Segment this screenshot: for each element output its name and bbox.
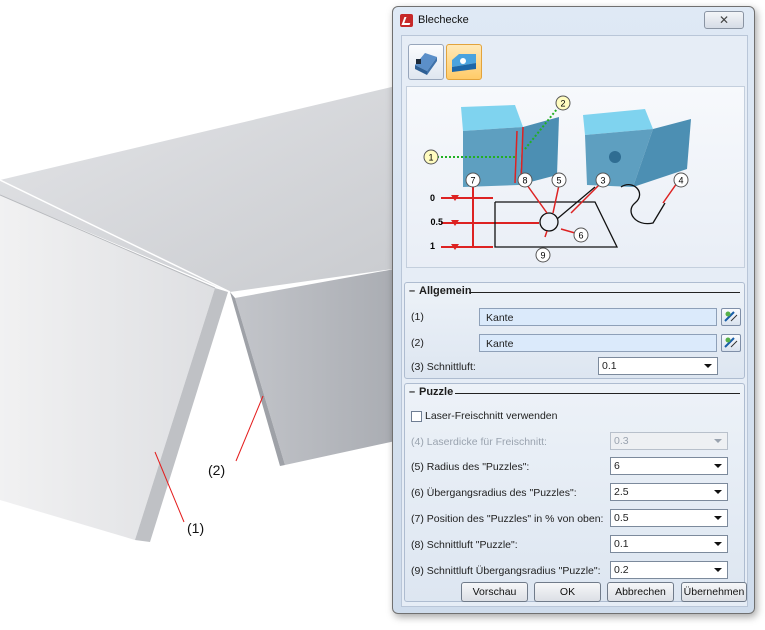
bubble-label: 2 (560, 99, 565, 109)
group-allgemein-header[interactable]: – Allgemein (409, 285, 740, 299)
laser-label[interactable]: Laser-Freischnitt verwenden (425, 410, 557, 422)
ok-button-label: OK (559, 586, 576, 598)
edge1-label: (1) (411, 311, 424, 323)
mode-button-corner-closure[interactable] (408, 44, 444, 80)
cut-gap-transition-select[interactable]: 0.2 (610, 561, 728, 579)
group-divider (455, 393, 740, 394)
dialog-client: 1 2 0 0.5 1 7 8 5 3 4 6 9 – Allgemein (1… (401, 35, 748, 607)
position-select[interactable]: 0.5 (610, 509, 728, 527)
scale-label-0: 0 (430, 193, 435, 203)
preview-bubble-7: 7 (465, 172, 481, 188)
transition-radius-select[interactable]: 2.5 (610, 483, 728, 501)
laser-thickness-value: 0.3 (614, 435, 629, 447)
radius-select[interactable]: 6 (610, 457, 728, 475)
collapse-icon[interactable]: – (409, 386, 415, 398)
callout-label-edge1: (1) (187, 520, 205, 536)
preview-bubble-3: 3 (595, 172, 611, 188)
cut-gap-value: 0.1 (614, 538, 629, 550)
position-value: 0.5 (614, 512, 629, 524)
position-label: (7) Position des "Puzzles" in % von oben… (411, 513, 604, 525)
edge2-pick-button[interactable] (721, 334, 741, 352)
laser-thickness-label: (4) Laserdicke für Freischnitt: (411, 436, 547, 448)
corner-preview-illustration: 1 2 0 0.5 1 7 8 5 3 4 6 9 (406, 86, 745, 268)
cancel-button-label: Abbrechen (615, 586, 666, 598)
apply-button[interactable]: Übernehmen (681, 582, 747, 602)
chevron-down-icon (714, 439, 722, 443)
preview-button[interactable]: Vorschau (461, 582, 528, 602)
edge1-field[interactable]: Kante (479, 308, 717, 326)
bubble-label: 7 (470, 176, 475, 186)
callout-label-edge2: (2) (208, 462, 226, 478)
preview-button-label: Vorschau (472, 586, 517, 598)
scale-label-1: 1 (430, 241, 435, 251)
cut-gap-transition-label: (9) Schnittluft Übergangsradius "Puzzle"… (411, 565, 601, 577)
group-allgemein-title: Allgemein (419, 285, 472, 297)
chevron-down-icon (714, 516, 722, 520)
gap-select-value: 0.1 (602, 360, 617, 372)
puzzle-corner-icon (452, 54, 476, 72)
cut-gap-select[interactable]: 0.1 (610, 535, 728, 553)
preview-bubble-1: 1 (423, 149, 439, 165)
preview-bubble-6: 6 (573, 227, 589, 243)
chevron-down-icon (714, 464, 722, 468)
group-puzzle: – Puzzle Laser-Freischnitt verwenden (4)… (404, 383, 745, 602)
cut-gap-label: (8) Schnittluft "Puzzle": (411, 539, 518, 551)
app-icon (400, 14, 413, 27)
gap-select[interactable]: 0.1 (598, 357, 718, 375)
callout-line-edge2 (235, 395, 264, 462)
chevron-down-icon (704, 364, 712, 368)
group-allgemein: – Allgemein (1) Kante (2) Kante (3) Schn… (404, 282, 745, 379)
bubble-label: 5 (556, 176, 561, 186)
laser-thickness-select[interactable]: 0.3 (610, 432, 728, 450)
group-puzzle-header[interactable]: – Puzzle (409, 386, 740, 400)
edge2-label: (2) (411, 337, 424, 349)
cut-gap-transition-value: 0.2 (614, 564, 629, 576)
preview-bubble-8: 8 (517, 172, 533, 188)
edge2-field[interactable]: Kante (479, 334, 717, 352)
chevron-down-icon (714, 568, 722, 572)
title-bar[interactable]: Blechecke ✕ (393, 7, 754, 33)
ok-button[interactable]: OK (534, 582, 601, 602)
transition-radius-value: 2.5 (614, 486, 629, 498)
edge1-pick-button[interactable] (721, 308, 741, 326)
scale-label-05: 0.5 (430, 217, 443, 227)
dialog-title: Blechecke (418, 14, 469, 26)
group-puzzle-title: Puzzle (419, 386, 454, 398)
chevron-down-icon (714, 490, 722, 494)
bubble-label: 1 (428, 153, 433, 163)
laser-checkbox[interactable] (411, 411, 422, 422)
cancel-button[interactable]: Abbrechen (607, 582, 674, 602)
corner-closure-icon (415, 53, 437, 75)
chevron-down-icon (714, 542, 722, 546)
preview-bubble-4: 4 (673, 172, 689, 188)
bubble-label: 8 (522, 176, 527, 186)
transition-radius-label: (6) Übergangsradius des "Puzzles": (411, 487, 577, 499)
bubble-label: 3 (600, 176, 605, 186)
preview-bubble-5: 5 (551, 172, 567, 188)
right-flange-face (235, 268, 400, 465)
bubble-label: 4 (678, 176, 683, 186)
bubble-label: 6 (578, 231, 583, 241)
pick-icon (724, 337, 738, 348)
radius-label: (5) Radius des "Puzzles": (411, 461, 530, 473)
preview-bubble-2: 2 (555, 95, 571, 111)
preview-bubble-9: 9 (535, 247, 551, 263)
pick-icon (724, 311, 738, 322)
close-button[interactable]: ✕ (704, 11, 744, 29)
close-icon: ✕ (718, 13, 730, 27)
mode-button-puzzle[interactable] (446, 44, 482, 80)
gap-label: (3) Schnittluft: (411, 361, 476, 373)
apply-button-label: Übernehmen (683, 586, 745, 598)
collapse-icon[interactable]: – (409, 285, 415, 297)
sheet-metal-part (0, 85, 400, 542)
bubble-label: 9 (540, 251, 545, 261)
group-divider (469, 292, 740, 293)
radius-value: 6 (614, 460, 620, 472)
blechecke-dialog: Blechecke ✕ 1 2 0 0.5 1 7 8 5 3 4 6 9 – … (392, 6, 755, 614)
